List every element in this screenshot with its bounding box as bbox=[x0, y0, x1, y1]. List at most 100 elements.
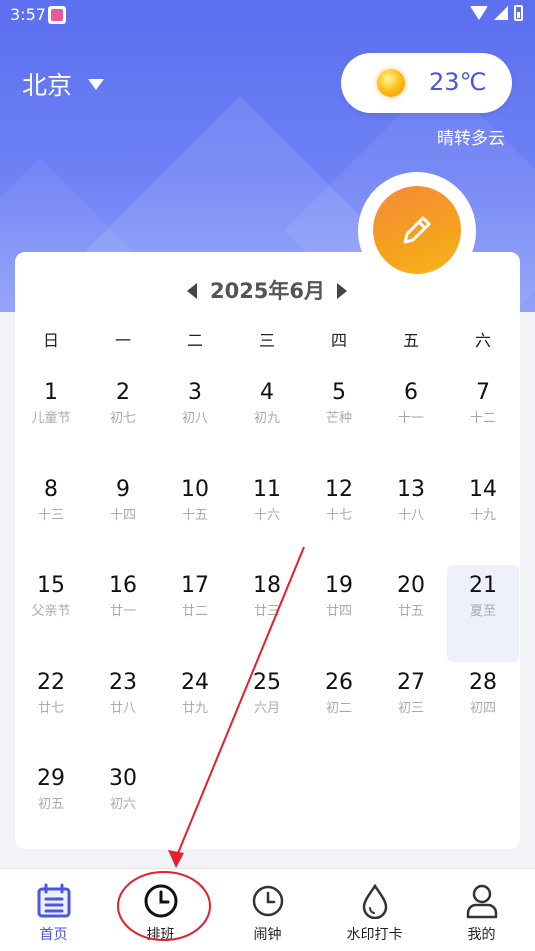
calendar-day-today[interactable]: 21 夏至 bbox=[447, 565, 519, 662]
calendar-day[interactable]: 13 十八 bbox=[375, 469, 447, 566]
nav-item-1[interactable]: 排班 bbox=[107, 869, 214, 951]
day-number: 5 bbox=[332, 380, 346, 405]
lunar-date: 廿九 bbox=[181, 700, 208, 716]
calendar-day[interactable]: 5 芒种 bbox=[303, 372, 375, 469]
nav-label: 首页 bbox=[39, 927, 68, 943]
weather-widget[interactable]: 23℃ bbox=[341, 53, 512, 113]
lunar-date: 初六 bbox=[109, 797, 136, 812]
calendar-grid: 1 儿童节 2 初七 3 初八 4 初九 5 芒种 6 十一 7 十二 8 十三 9 十四 10 十五 11 十六 12 十七… bbox=[15, 372, 520, 855]
calendar-day[interactable]: 17 廿二 bbox=[159, 565, 231, 662]
lunar-date: 十九 bbox=[469, 507, 496, 523]
month-title: 2025年6月 bbox=[209, 279, 326, 303]
water-drop-icon bbox=[357, 883, 393, 920]
calendar-day[interactable]: 8 十三 bbox=[15, 469, 87, 566]
lunar-date: 初三 bbox=[397, 700, 424, 716]
lunar-date: 廿七 bbox=[37, 700, 64, 716]
day-number: 15 bbox=[37, 573, 65, 598]
status-bar: 3:57 bbox=[0, 0, 535, 30]
day-number: 12 bbox=[325, 476, 353, 502]
day-number: 24 bbox=[181, 669, 209, 695]
day-number: 23 bbox=[109, 669, 137, 695]
dropdown-arrow-icon bbox=[88, 78, 105, 90]
city-selector[interactable]: 北京 bbox=[22, 66, 105, 102]
calendar-day[interactable]: 23 廿八 bbox=[87, 662, 159, 759]
calendar-day[interactable]: 2 初七 bbox=[87, 372, 159, 469]
lunar-date: 初九 bbox=[253, 411, 280, 426]
lunar-date: 初八 bbox=[181, 411, 208, 426]
weekday-label: 三 bbox=[258, 331, 275, 350]
calendar-day[interactable]: 20 廿五 bbox=[375, 565, 447, 662]
day-number: 21 bbox=[469, 573, 497, 598]
bottom-navigation: 首页 排班 闹钟 水印打卡 我的 bbox=[0, 868, 535, 951]
calendar-week-row: 15 父亲节 16 廿一 17 廿二 18 廿三 19 廿四 20 廿五 21 夏至 bbox=[15, 565, 520, 662]
day-number: 25 bbox=[253, 669, 281, 695]
calendar-day[interactable]: 3 初八 bbox=[159, 372, 231, 469]
calendar-day[interactable]: 11 十六 bbox=[231, 469, 303, 566]
calendar-day[interactable]: 15 父亲节 bbox=[15, 565, 87, 662]
weekday-label: 五 bbox=[402, 331, 419, 350]
calendar-day[interactable]: 16 廿一 bbox=[87, 565, 159, 662]
signal-icon bbox=[494, 6, 508, 20]
nav-item-4[interactable]: 我的 bbox=[428, 869, 535, 951]
lunar-date: 夏至 bbox=[469, 604, 496, 619]
day-number: 14 bbox=[469, 476, 497, 502]
calendar-day[interactable]: 1 儿童节 bbox=[15, 372, 87, 469]
lunar-date: 父亲节 bbox=[31, 604, 71, 619]
calendar-day[interactable]: 4 初九 bbox=[231, 372, 303, 469]
day-number: 26 bbox=[325, 669, 353, 695]
calendar-day[interactable]: 27 初三 bbox=[375, 662, 447, 759]
weekday-label: 日 bbox=[42, 331, 59, 350]
lunar-date: 廿八 bbox=[109, 700, 136, 716]
day-number: 30 bbox=[109, 766, 137, 791]
lunar-date: 六月 bbox=[253, 700, 280, 716]
day-number: 13 bbox=[397, 476, 425, 502]
lunar-date: 初七 bbox=[109, 411, 136, 426]
calendar-day[interactable]: 7 十二 bbox=[447, 372, 519, 469]
calendar-day[interactable]: 24 廿九 bbox=[159, 662, 231, 759]
wifi-icon bbox=[470, 6, 488, 20]
calendar-day[interactable]: 9 十四 bbox=[87, 469, 159, 566]
calendar-day[interactable]: 29 初五 bbox=[15, 758, 87, 855]
person-icon bbox=[464, 883, 500, 919]
city-name: 北京 bbox=[22, 71, 73, 100]
nav-item-2[interactable]: 闹钟 bbox=[214, 869, 321, 951]
day-number: 6 bbox=[404, 380, 418, 405]
lunar-date: 儿童节 bbox=[31, 411, 71, 426]
lunar-date: 十七 bbox=[325, 507, 352, 523]
calendar-week-row: 8 十三 9 十四 10 十五 11 十六 12 十七 13 十八 14 十九 bbox=[15, 469, 520, 566]
calendar-day[interactable]: 18 廿三 bbox=[231, 565, 303, 662]
calendar-day[interactable]: 12 十七 bbox=[303, 469, 375, 566]
day-number: 28 bbox=[469, 669, 497, 695]
weekday-label: 六 bbox=[474, 331, 491, 350]
pencil-icon bbox=[403, 216, 431, 244]
day-number: 11 bbox=[253, 476, 281, 502]
day-number: 10 bbox=[181, 476, 209, 502]
day-number: 2 bbox=[116, 380, 130, 405]
lunar-date: 廿四 bbox=[325, 604, 352, 619]
temperature: 23℃ bbox=[429, 68, 487, 96]
calendar-day[interactable]: 19 廿四 bbox=[303, 565, 375, 662]
calendar-day[interactable]: 30 初六 bbox=[87, 758, 159, 855]
nav-item-0[interactable]: 首页 bbox=[0, 869, 107, 951]
calendar-day[interactable]: 28 初四 bbox=[447, 662, 519, 759]
calendar-day[interactable]: 25 六月 bbox=[231, 662, 303, 759]
calendar-day[interactable]: 22 廿七 bbox=[15, 662, 87, 759]
calendar-day[interactable]: 10 十五 bbox=[159, 469, 231, 566]
previous-month-icon[interactable] bbox=[187, 283, 197, 299]
nav-item-3[interactable]: 水印打卡 bbox=[321, 869, 428, 951]
nav-label: 排班 bbox=[146, 927, 175, 943]
calendar-day[interactable]: 14 十九 bbox=[447, 469, 519, 566]
lunar-date: 初五 bbox=[37, 797, 64, 812]
edit-button[interactable] bbox=[373, 186, 461, 274]
lunar-date: 十四 bbox=[109, 507, 136, 523]
alarm-clock-icon bbox=[250, 883, 286, 919]
lunar-date: 廿一 bbox=[109, 604, 136, 619]
lunar-date: 十六 bbox=[253, 507, 280, 523]
next-month-icon[interactable] bbox=[337, 283, 347, 299]
nav-label: 水印打卡 bbox=[346, 927, 403, 943]
day-number: 17 bbox=[181, 573, 209, 598]
lunar-date: 芒种 bbox=[325, 411, 352, 426]
calendar-week-row: 29 初五 30 初六 bbox=[15, 758, 520, 855]
calendar-day[interactable]: 6 十一 bbox=[375, 372, 447, 469]
calendar-day[interactable]: 26 初二 bbox=[303, 662, 375, 759]
